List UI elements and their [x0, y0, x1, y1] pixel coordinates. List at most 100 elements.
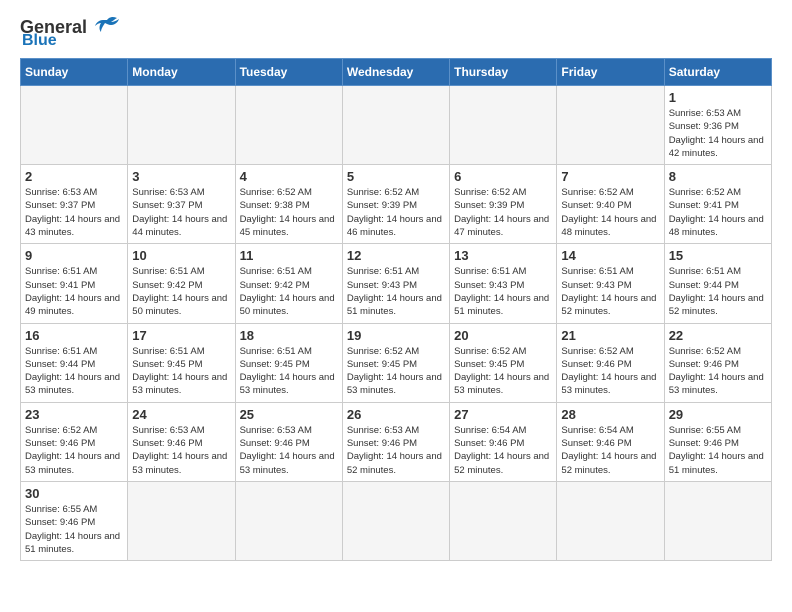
day-info: Sunrise: 6:52 AM Sunset: 9:40 PM Dayligh… [561, 186, 659, 239]
day-info: Sunrise: 6:55 AM Sunset: 9:46 PM Dayligh… [25, 503, 123, 556]
calendar-week-row: 30Sunrise: 6:55 AM Sunset: 9:46 PM Dayli… [21, 481, 772, 560]
day-info: Sunrise: 6:53 AM Sunset: 9:46 PM Dayligh… [132, 424, 230, 477]
calendar-cell: 21Sunrise: 6:52 AM Sunset: 9:46 PM Dayli… [557, 323, 664, 402]
day-number: 8 [669, 169, 767, 184]
calendar-cell [342, 481, 449, 560]
calendar-cell [128, 481, 235, 560]
calendar-cell: 30Sunrise: 6:55 AM Sunset: 9:46 PM Dayli… [21, 481, 128, 560]
day-number: 4 [240, 169, 338, 184]
weekday-header-tuesday: Tuesday [235, 59, 342, 86]
weekday-header-thursday: Thursday [450, 59, 557, 86]
calendar-cell: 15 Sunrise: 6:51 AM Sunset: 9:44 PM Dayli… [664, 244, 771, 323]
calendar-table: SundayMondayTuesdayWednesdayThursdayFrid… [20, 58, 772, 561]
weekday-header-monday: Monday [128, 59, 235, 86]
day-number: 13 [454, 248, 552, 263]
day-info: Sunrise: 6:51 AM Sunset: 9:45 PM Dayligh… [240, 345, 338, 398]
calendar-cell: 14Sunrise: 6:51 AM Sunset: 9:43 PM Dayli… [557, 244, 664, 323]
day-number: 14 [561, 248, 659, 263]
calendar-cell [450, 481, 557, 560]
day-number: 5 [347, 169, 445, 184]
calendar-cell: 6 Sunrise: 6:52 AM Sunset: 9:39 PM Daylig… [450, 165, 557, 244]
calendar-cell: 27 Sunrise: 6:54 AM Sunset: 9:46 PM Dayli… [450, 402, 557, 481]
calendar-cell: 16Sunrise: 6:51 AM Sunset: 9:44 PM Dayli… [21, 323, 128, 402]
day-info: Sunrise: 6:55 AM Sunset: 9:46 PM Dayligh… [669, 424, 767, 477]
calendar-cell: 7 Sunrise: 6:52 AM Sunset: 9:40 PM Daylig… [557, 165, 664, 244]
logo-blue-text: Blue [22, 32, 57, 50]
day-number: 20 [454, 328, 552, 343]
day-number: 3 [132, 169, 230, 184]
day-number: 10 [132, 248, 230, 263]
calendar-cell: 1 Sunrise: 6:53 AM Sunset: 9:36 PM Daylig… [664, 86, 771, 165]
day-number: 27 [454, 407, 552, 422]
day-info: Sunrise: 6:52 AM Sunset: 9:41 PM Dayligh… [669, 186, 767, 239]
calendar-cell: 20 Sunrise: 6:52 AM Sunset: 9:45 PM Dayli… [450, 323, 557, 402]
day-info: Sunrise: 6:54 AM Sunset: 9:46 PM Dayligh… [561, 424, 659, 477]
day-number: 22 [669, 328, 767, 343]
page-wrapper: General Blue SundayMondayTuesdayWednesda… [20, 16, 772, 561]
calendar-cell [450, 86, 557, 165]
calendar-cell: 12Sunrise: 6:51 AM Sunset: 9:43 PM Dayli… [342, 244, 449, 323]
calendar-cell [235, 481, 342, 560]
calendar-cell: 24 Sunrise: 6:53 AM Sunset: 9:46 PM Dayli… [128, 402, 235, 481]
day-number: 25 [240, 407, 338, 422]
day-info: Sunrise: 6:54 AM Sunset: 9:46 PM Dayligh… [454, 424, 552, 477]
day-info: Sunrise: 6:51 AM Sunset: 9:45 PM Dayligh… [132, 345, 230, 398]
day-info: Sunrise: 6:53 AM Sunset: 9:46 PM Dayligh… [347, 424, 445, 477]
calendar-cell: 17Sunrise: 6:51 AM Sunset: 9:45 PM Dayli… [128, 323, 235, 402]
calendar-cell: 8 Sunrise: 6:52 AM Sunset: 9:41 PM Daylig… [664, 165, 771, 244]
day-number: 28 [561, 407, 659, 422]
calendar-cell: 4 Sunrise: 6:52 AM Sunset: 9:38 PM Daylig… [235, 165, 342, 244]
day-number: 1 [669, 90, 767, 105]
calendar-week-row: 1 Sunrise: 6:53 AM Sunset: 9:36 PM Daylig… [21, 86, 772, 165]
weekday-header-sunday: Sunday [21, 59, 128, 86]
calendar-cell: 5Sunrise: 6:52 AM Sunset: 9:39 PM Daylig… [342, 165, 449, 244]
day-info: Sunrise: 6:53 AM Sunset: 9:36 PM Dayligh… [669, 107, 767, 160]
header: General Blue [20, 16, 772, 50]
day-info: Sunrise: 6:51 AM Sunset: 9:43 PM Dayligh… [347, 265, 445, 318]
calendar-cell [128, 86, 235, 165]
day-number: 2 [25, 169, 123, 184]
day-number: 6 [454, 169, 552, 184]
day-info: Sunrise: 6:51 AM Sunset: 9:42 PM Dayligh… [240, 265, 338, 318]
day-number: 7 [561, 169, 659, 184]
weekday-header-friday: Friday [557, 59, 664, 86]
day-info: Sunrise: 6:52 AM Sunset: 9:46 PM Dayligh… [561, 345, 659, 398]
weekday-header-row: SundayMondayTuesdayWednesdayThursdayFrid… [21, 59, 772, 86]
logo: General Blue [20, 16, 123, 50]
day-number: 19 [347, 328, 445, 343]
calendar-cell: 10 Sunrise: 6:51 AM Sunset: 9:42 PM Dayli… [128, 244, 235, 323]
day-number: 26 [347, 407, 445, 422]
day-info: Sunrise: 6:51 AM Sunset: 9:44 PM Dayligh… [25, 345, 123, 398]
day-number: 9 [25, 248, 123, 263]
day-info: Sunrise: 6:51 AM Sunset: 9:43 PM Dayligh… [454, 265, 552, 318]
day-number: 24 [132, 407, 230, 422]
day-info: Sunrise: 6:53 AM Sunset: 9:37 PM Dayligh… [132, 186, 230, 239]
calendar-cell: 22 Sunrise: 6:52 AM Sunset: 9:46 PM Dayli… [664, 323, 771, 402]
calendar-cell [664, 481, 771, 560]
day-number: 15 [669, 248, 767, 263]
calendar-cell: 9 Sunrise: 6:51 AM Sunset: 9:41 PM Daylig… [21, 244, 128, 323]
calendar-week-row: 23Sunrise: 6:52 AM Sunset: 9:46 PM Dayli… [21, 402, 772, 481]
day-info: Sunrise: 6:51 AM Sunset: 9:42 PM Dayligh… [132, 265, 230, 318]
calendar-cell: 28 Sunrise: 6:54 AM Sunset: 9:46 PM Dayli… [557, 402, 664, 481]
calendar-cell: 3 Sunrise: 6:53 AM Sunset: 9:37 PM Daylig… [128, 165, 235, 244]
day-number: 29 [669, 407, 767, 422]
day-info: Sunrise: 6:52 AM Sunset: 9:38 PM Dayligh… [240, 186, 338, 239]
calendar-cell [557, 481, 664, 560]
day-info: Sunrise: 6:52 AM Sunset: 9:46 PM Dayligh… [25, 424, 123, 477]
weekday-header-wednesday: Wednesday [342, 59, 449, 86]
weekday-header-saturday: Saturday [664, 59, 771, 86]
calendar-cell [342, 86, 449, 165]
calendar-cell: 19Sunrise: 6:52 AM Sunset: 9:45 PM Dayli… [342, 323, 449, 402]
day-info: Sunrise: 6:53 AM Sunset: 9:46 PM Dayligh… [240, 424, 338, 477]
day-number: 11 [240, 248, 338, 263]
day-info: Sunrise: 6:52 AM Sunset: 9:46 PM Dayligh… [669, 345, 767, 398]
day-info: Sunrise: 6:52 AM Sunset: 9:39 PM Dayligh… [454, 186, 552, 239]
day-info: Sunrise: 6:53 AM Sunset: 9:37 PM Dayligh… [25, 186, 123, 239]
day-info: Sunrise: 6:51 AM Sunset: 9:41 PM Dayligh… [25, 265, 123, 318]
calendar-cell: 25 Sunrise: 6:53 AM Sunset: 9:46 PM Dayli… [235, 402, 342, 481]
day-info: Sunrise: 6:51 AM Sunset: 9:44 PM Dayligh… [669, 265, 767, 318]
calendar-cell: 13 Sunrise: 6:51 AM Sunset: 9:43 PM Dayli… [450, 244, 557, 323]
day-info: Sunrise: 6:52 AM Sunset: 9:45 PM Dayligh… [454, 345, 552, 398]
calendar-cell: 11 Sunrise: 6:51 AM Sunset: 9:42 PM Dayli… [235, 244, 342, 323]
